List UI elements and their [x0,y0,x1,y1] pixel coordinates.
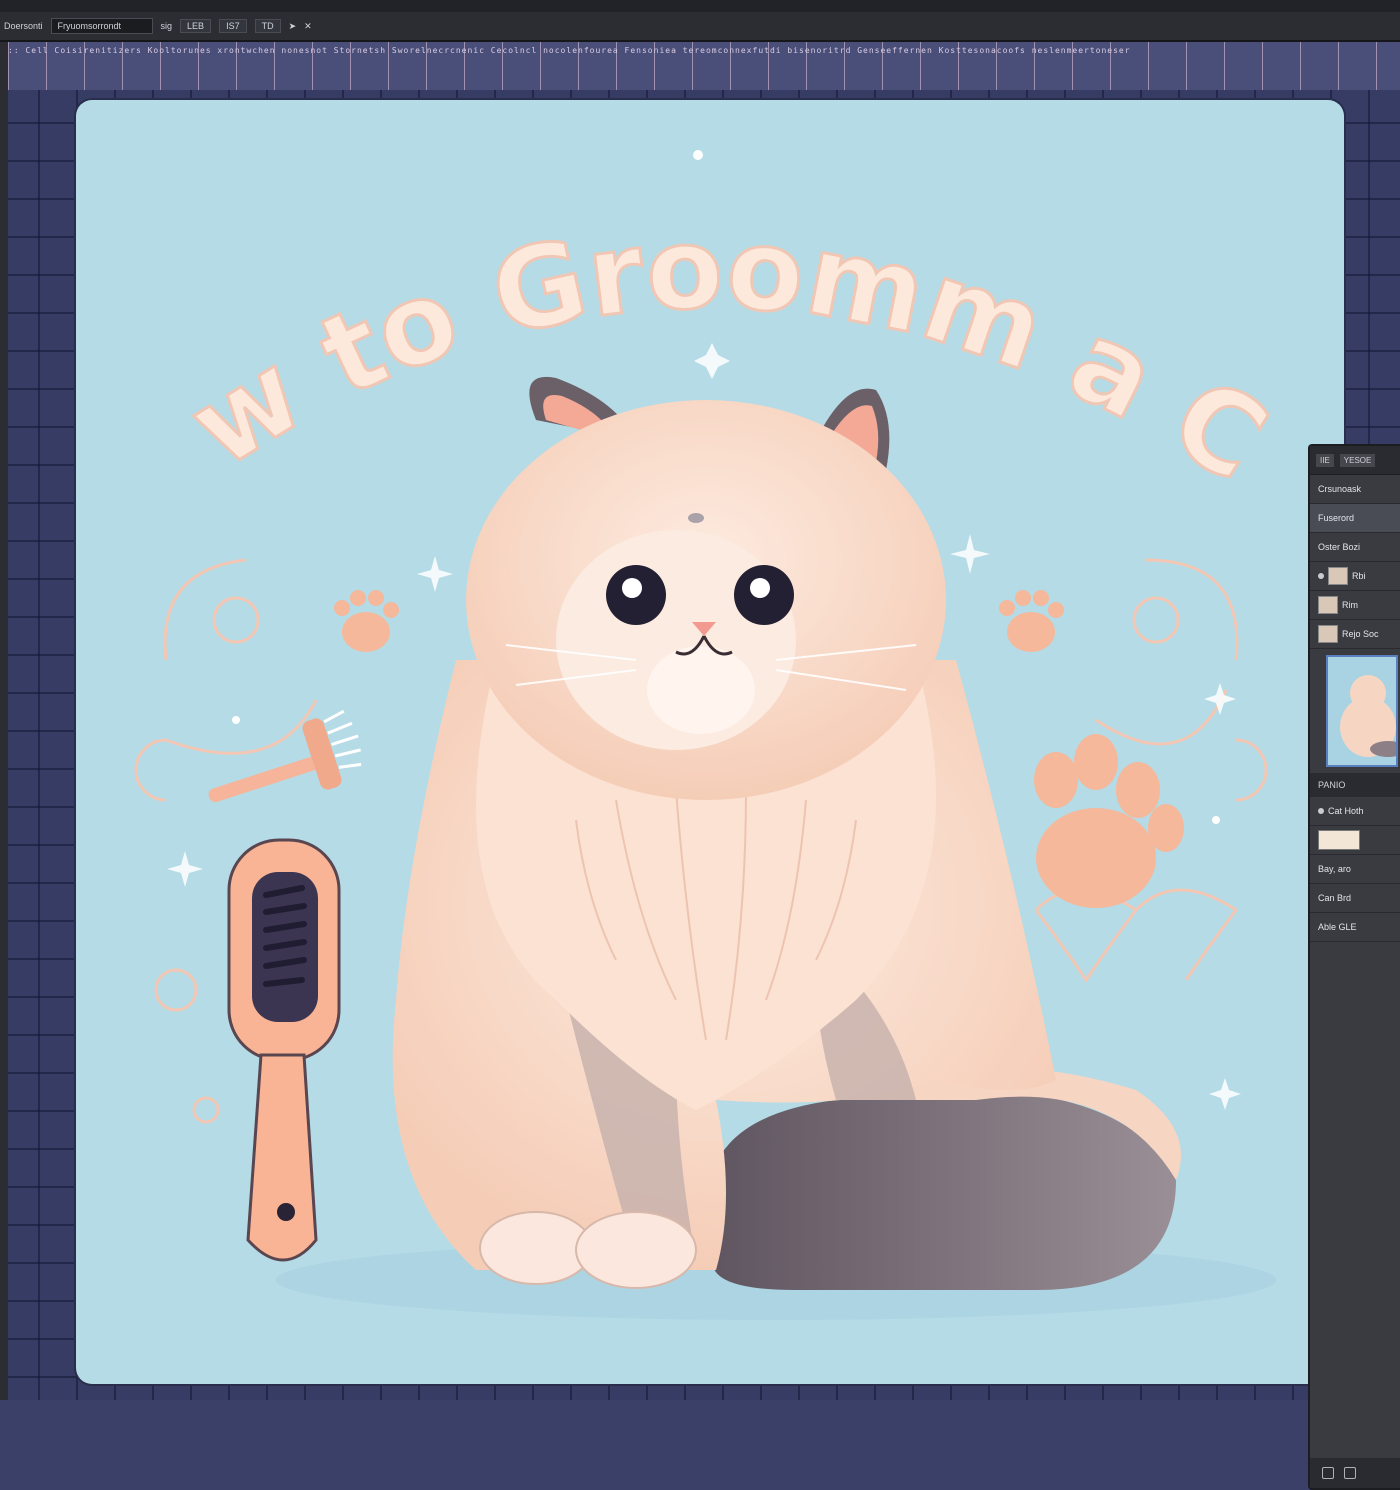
layer-row[interactable]: Oster Bozi [1310,533,1400,562]
close-icon[interactable]: ✕ [304,21,312,32]
layer-row[interactable]: Rejo Soc [1310,620,1400,649]
panel-tab-1[interactable]: IIE [1316,453,1334,467]
color-swatch[interactable] [1318,830,1360,850]
layer-preview-thumbnail[interactable] [1326,655,1398,767]
layer-thumbnail [1318,625,1338,643]
section-label: PANIO [1318,780,1346,790]
property-label: Able GLE [1318,922,1357,932]
panel-header: IIE YESOE [1310,446,1400,475]
new-layer-icon[interactable] [1322,1467,1334,1479]
visibility-icon[interactable] [1318,573,1324,579]
tool-label[interactable]: Doersonti [4,21,43,31]
layer-thumbnail [1328,567,1348,585]
options-bar: Doersonti Fryuomsorrondt sig LEB IS7 TD … [0,12,1400,40]
artboard[interactable]: How to Groomm a Cat [76,100,1344,1384]
property-row[interactable]: Able GLE [1310,913,1400,942]
toolbar-option-2[interactable]: LEB [180,19,212,33]
panel-label: Crsunoask [1318,484,1362,494]
panel-label-row: Crsunoask [1310,475,1400,504]
layer-group-label: Fuserord [1318,513,1355,523]
layers-panel: IIE YESOE Crsunoask Fuserord Oster Bozi … [1308,444,1400,1490]
property-row[interactable]: Bay, aro [1310,855,1400,884]
layer-thumbnail [1318,596,1338,614]
property-label: Can Brd [1318,893,1352,903]
layer-icon [1318,808,1324,814]
horizontal-ruler[interactable]: :: Cell Coisirenitizers Kooltorunes xron… [8,42,1400,90]
top-toolbar: Doersonti Fryuomsorrondt sig LEB IS7 TD … [0,0,1400,42]
property-row[interactable]: Cat Hoth [1310,797,1400,826]
property-row[interactable] [1310,826,1400,855]
artwork: How to Groomm a Cat [76,100,1290,1320]
toolbar-option-4[interactable]: TD [254,19,281,33]
property-label: Cat Hoth [1328,806,1364,816]
toolbar-option-1[interactable]: sig [161,21,173,31]
ruler-labels: :: Cell Coisirenitizers Kooltorunes xron… [8,46,1131,55]
panel-tab-2[interactable]: YESOE [1339,453,1376,467]
arrow-icon[interactable]: ➤ [289,21,297,32]
toolbar-option-3[interactable]: IS7 [219,19,247,33]
layer-label: Rim [1342,600,1358,610]
panel-footer [1310,1458,1400,1488]
layer-label: Oster Bozi [1318,542,1361,552]
layer-group-row[interactable]: Fuserord [1310,504,1400,533]
property-row[interactable]: Can Brd [1310,884,1400,913]
menu-bar [0,0,1400,12]
rake-brush-icon [208,709,362,803]
layer-label: Rbi [1352,571,1366,581]
layer-row[interactable]: Rbi [1310,562,1400,591]
property-label: Bay, aro [1318,864,1351,874]
vertical-ruler[interactable] [0,42,8,1400]
design-app: Doersonti Fryuomsorrondt sig LEB IS7 TD … [0,0,1400,1490]
layer-row[interactable]: Rim [1310,591,1400,620]
paddle-brush-icon [227,838,341,1262]
layer-label: Rejo Soc [1342,629,1379,639]
properties-section-header[interactable]: PANIO [1310,773,1400,797]
delete-layer-icon[interactable] [1344,1467,1356,1479]
preview-cat-image [1340,675,1396,757]
file-name-field[interactable]: Fryuomsorrondt [50,18,153,34]
